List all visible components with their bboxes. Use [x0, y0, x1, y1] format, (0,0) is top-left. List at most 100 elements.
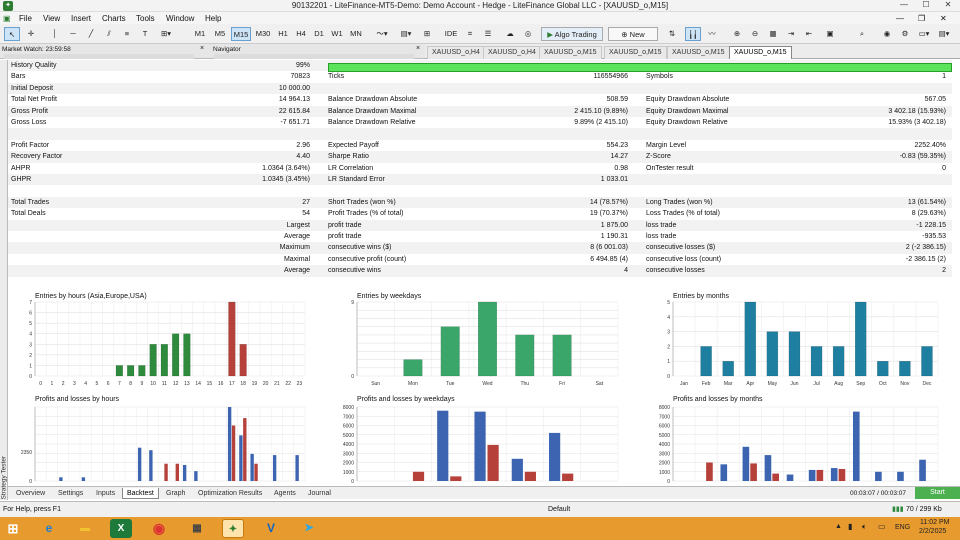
new-order-button[interactable]: ⊕ New Order: [608, 27, 658, 53]
chart-menu-icon[interactable]: ▣: [3, 14, 11, 23]
excel-icon[interactable]: X: [110, 519, 132, 538]
status-profile[interactable]: Default: [548, 506, 570, 513]
tab-backtest[interactable]: Backtest: [122, 488, 159, 499]
metatrader-icon[interactable]: ✦: [222, 519, 244, 538]
profit-bar: [786, 474, 794, 481]
cursor-icon[interactable]: ↖: [4, 27, 20, 41]
templates-icon[interactable]: ▤▾: [396, 27, 416, 41]
minimize-icon[interactable]: —: [893, 0, 915, 12]
tf-d1[interactable]: D1: [311, 27, 327, 41]
vertical-line-icon[interactable]: │: [48, 27, 62, 41]
vpn-icon[interactable]: V: [260, 519, 282, 538]
ide-icon[interactable]: IDE: [443, 27, 459, 41]
tab-journal[interactable]: Journal: [304, 488, 335, 499]
market-watch-title[interactable]: Market Watch: 23:59:58: [2, 46, 71, 53]
panel-toggle-icon[interactable]: ▤▾: [936, 27, 952, 41]
internet-explorer-icon[interactable]: e: [38, 519, 60, 538]
language-indicator[interactable]: ENG: [895, 524, 910, 531]
zoom-in-icon[interactable]: ⊕: [730, 27, 744, 41]
y-tick-label: 0: [351, 374, 354, 380]
grid-icon[interactable]: ⊞: [420, 27, 434, 41]
tab-overview[interactable]: Overview: [12, 488, 49, 499]
tf-mn[interactable]: MN: [347, 27, 365, 41]
menu-window[interactable]: Window: [166, 14, 194, 23]
account-icon[interactable]: ◉: [880, 27, 894, 41]
close-icon[interactable]: ×: [200, 45, 204, 52]
tab-chart[interactable]: XAUUSD_o,M15: [604, 46, 667, 59]
tab-graph[interactable]: Graph: [162, 488, 189, 499]
tab-optimization-results[interactable]: Optimization Results: [194, 488, 266, 499]
tf-h1[interactable]: H1: [275, 27, 291, 41]
screenshot-icon[interactable]: ▣: [823, 27, 837, 41]
tab-chart-active[interactable]: XAUUSD_o,M15: [729, 46, 792, 59]
chrome-icon[interactable]: ◉: [148, 519, 170, 538]
file-explorer-icon[interactable]: ▬: [74, 519, 96, 538]
fibo-icon[interactable]: ≡: [120, 27, 134, 41]
mdi-close-icon[interactable]: ✕: [940, 14, 947, 23]
start-button[interactable]: Start: [915, 487, 960, 499]
depth-of-market-icon[interactable]: ⇅: [665, 27, 679, 41]
windows-start-icon[interactable]: ⊞: [2, 519, 24, 538]
tf-m1[interactable]: M1: [191, 27, 209, 41]
settings-icon[interactable]: ⚙: [898, 27, 912, 41]
cloud-icon[interactable]: ☁: [503, 27, 517, 41]
clock-date[interactable]: 2/2/2025: [919, 528, 946, 535]
clock-time[interactable]: 11:02 PM: [920, 519, 949, 526]
battery-icon[interactable]: ▭: [878, 522, 886, 531]
tf-h4[interactable]: H4: [293, 27, 309, 41]
chart-svg: 012345670 1 2 3 4 5 6 7 8 9 10 11 12 13 14 15 16 17 18 19 20…: [29, 300, 306, 387]
close-icon[interactable]: ×: [416, 45, 420, 52]
menu-bar: ▣ File View Insert Charts Tools Window H…: [0, 12, 960, 24]
app-icon[interactable]: ▦: [186, 519, 208, 538]
network-icon[interactable]: ▮: [848, 522, 852, 531]
menu-charts[interactable]: Charts: [102, 14, 126, 23]
maximize-icon[interactable]: ☐: [915, 0, 937, 12]
indicators-icon[interactable]: 〜▾: [372, 27, 392, 41]
layout-icon[interactable]: ▭▾: [916, 27, 932, 41]
volume-icon[interactable]: 🔈︎: [862, 522, 867, 532]
tf-m30[interactable]: M30: [253, 27, 273, 41]
chart-shift-icon[interactable]: ⇤: [802, 27, 816, 41]
tab-inputs[interactable]: Inputs: [92, 488, 119, 499]
text-tool-icon[interactable]: T: [138, 27, 152, 41]
tf-m15[interactable]: M15: [231, 27, 251, 41]
tab-chart[interactable]: XAUUSD_o,M15: [667, 46, 730, 59]
tab-chart[interactable]: XAUUSD_o,H4: [427, 46, 485, 59]
signals-icon[interactable]: ◎: [521, 27, 535, 41]
close-icon[interactable]: ✕: [937, 0, 959, 12]
strategy-tester-icon[interactable]: ⌗: [463, 27, 477, 41]
tf-w1[interactable]: W1: [329, 27, 345, 41]
telegram-icon[interactable]: ➤: [298, 519, 320, 538]
zoom-out-icon[interactable]: ⊖: [748, 27, 762, 41]
bar-chart-icon[interactable]: ╽╽: [685, 27, 701, 41]
tf-m5[interactable]: M5: [211, 27, 229, 41]
mdi-restore-icon[interactable]: ❐: [918, 14, 925, 23]
x-tick-label: Aug: [834, 381, 843, 387]
menu-tools[interactable]: Tools: [136, 14, 155, 23]
menu-insert[interactable]: Insert: [71, 14, 91, 23]
trendline-icon[interactable]: ╱: [84, 27, 98, 41]
menu-help[interactable]: Help: [205, 14, 221, 23]
tab-chart[interactable]: XAUUSD_o,H4: [483, 46, 541, 59]
tab-chart[interactable]: XAUUSD_o,M15: [539, 46, 602, 59]
navigator-title[interactable]: Navigator: [213, 46, 241, 53]
bar: [722, 360, 734, 377]
mdi-minimize-icon[interactable]: —: [896, 14, 904, 23]
search-icon[interactable]: ⌕: [855, 27, 869, 41]
autoscroll-icon[interactable]: ⇥: [784, 27, 798, 41]
navigator-icon[interactable]: ☰: [481, 27, 495, 41]
tray-arrow-icon[interactable]: ▲: [835, 523, 842, 530]
shapes-icon[interactable]: ⊞▾: [156, 27, 176, 41]
horizontal-line-icon[interactable]: ─: [66, 27, 80, 41]
tab-agents[interactable]: Agents: [270, 488, 300, 499]
tile-icon[interactable]: ▦: [766, 27, 780, 41]
line-chart-icon[interactable]: 〰: [705, 27, 719, 41]
menu-file[interactable]: File: [19, 14, 32, 23]
channel-icon[interactable]: ⫽: [102, 27, 116, 41]
algo-trading-button[interactable]: ▶ Algo Trading: [541, 27, 603, 41]
tab-settings[interactable]: Settings: [54, 488, 87, 499]
menu-view[interactable]: View: [43, 14, 60, 23]
bar: [149, 344, 157, 377]
y-tick-label: 6000: [659, 424, 670, 430]
crosshair-icon[interactable]: ✛: [24, 27, 38, 41]
